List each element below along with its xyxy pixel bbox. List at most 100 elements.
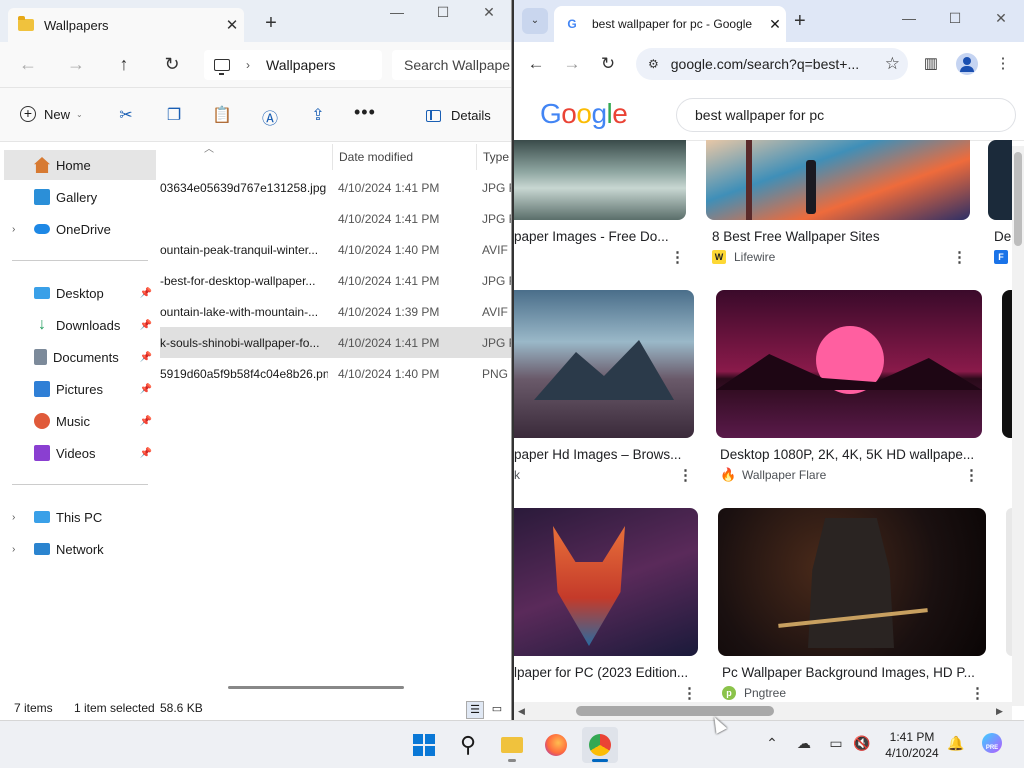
close-window-button[interactable]: ✕: [474, 4, 504, 21]
more-options-icon[interactable]: ⋮: [670, 248, 685, 266]
result-source[interactable]: 🔥 Wallpaper Flare: [720, 468, 826, 483]
vertical-scrollbar[interactable]: [1012, 146, 1024, 706]
chrome-tab[interactable]: G best wallpaper for pc - Google ✕: [554, 6, 786, 42]
clock[interactable]: 1:41 PM 4/10/2024: [876, 729, 948, 761]
result-source[interactable]: k: [514, 468, 520, 482]
minimize-button[interactable]: —: [382, 4, 412, 20]
file-row-selected[interactable]: k-souls-shinobi-wallpaper-fo... 4/10/202…: [160, 327, 511, 358]
result-source[interactable]: p Pngtree: [722, 686, 786, 700]
tab-search-button[interactable]: ⌄: [522, 8, 548, 34]
scroll-left-icon[interactable]: ◀: [518, 706, 525, 717]
close-tab-icon[interactable]: ✕: [220, 16, 244, 34]
back-button[interactable]: ←: [524, 54, 548, 74]
nav-item-desktop[interactable]: Desktop 📌: [4, 278, 156, 308]
file-row[interactable]: ountain-peak-tranquil-winter... 4/10/202…: [160, 234, 511, 265]
file-row[interactable]: 4/10/2024 1:41 PM JPG F: [160, 203, 511, 234]
more-options-icon[interactable]: ⋮: [952, 248, 967, 266]
file-row[interactable]: 5919d60a5f9b58f4c04e8b26.png 4/10/2024 1…: [160, 358, 511, 389]
result-image[interactable]: [514, 508, 698, 656]
result-title[interactable]: De: [994, 229, 1012, 244]
site-info-icon[interactable]: ⚙: [648, 57, 659, 71]
bookmark-star-icon[interactable]: ☆: [885, 54, 900, 74]
forward-button[interactable]: →: [64, 54, 88, 75]
nav-item-music[interactable]: Music 📌: [4, 406, 156, 436]
new-tab-button[interactable]: +: [794, 10, 806, 33]
more-options-icon[interactable]: ⋮: [970, 684, 985, 702]
result-image[interactable]: [514, 290, 694, 438]
file-row[interactable]: -best-for-desktop-wallpaper... 4/10/2024…: [160, 265, 511, 296]
column-header-date[interactable]: Date modified: [339, 142, 413, 172]
chevron-up-icon[interactable]: ⌃: [762, 735, 782, 752]
volume-muted-icon[interactable]: 🔇: [852, 735, 872, 752]
nav-item-videos[interactable]: Videos 📌: [4, 438, 156, 468]
more-options-icon[interactable]: •••: [354, 102, 376, 123]
side-panel-icon[interactable]: ▥: [920, 54, 942, 72]
scroll-right-icon[interactable]: ▶: [996, 706, 1003, 717]
horizontal-scrollbar[interactable]: [228, 686, 404, 689]
google-search-input[interactable]: best wallpaper for pc: [676, 98, 1016, 132]
minimize-button[interactable]: —: [894, 10, 924, 26]
horizontal-scrollbar[interactable]: ◀ ▶: [514, 702, 1012, 720]
rename-icon[interactable]: Ⓐ: [260, 105, 280, 129]
cut-icon[interactable]: ✂: [116, 105, 136, 125]
nav-item-network[interactable]: › Network: [4, 534, 156, 564]
horizontal-scroll-thumb[interactable]: [576, 706, 774, 716]
taskbar-search-button[interactable]: ⚲: [450, 727, 486, 763]
maximize-button[interactable]: ☐: [428, 4, 458, 21]
column-divider[interactable]: [332, 144, 333, 170]
maximize-button[interactable]: ☐: [940, 10, 970, 27]
taskbar-file-explorer[interactable]: [494, 727, 530, 763]
column-divider[interactable]: [476, 144, 477, 170]
tiles-view-icon[interactable]: ▭: [488, 701, 506, 719]
result-title[interactable]: Pc Wallpaper Background Images, HD P...: [722, 665, 986, 680]
result-image[interactable]: [718, 508, 986, 656]
onedrive-tray-icon[interactable]: ☁: [794, 735, 814, 752]
back-button[interactable]: ←: [16, 54, 40, 75]
result-image[interactable]: [988, 140, 1012, 220]
close-window-button[interactable]: ✕: [986, 10, 1016, 27]
chevron-right-icon[interactable]: ›: [12, 544, 15, 555]
display-icon[interactable]: ▭: [826, 735, 846, 752]
chevron-right-icon[interactable]: ›: [12, 224, 15, 235]
forward-button[interactable]: →: [560, 54, 584, 74]
vertical-scroll-thumb[interactable]: [1014, 152, 1022, 246]
chevron-right-icon[interactable]: ›: [246, 58, 250, 72]
nav-item-home[interactable]: Home: [4, 150, 156, 180]
refresh-button[interactable]: ↻: [160, 54, 184, 75]
new-button[interactable]: + New ⌄: [20, 106, 83, 122]
profile-avatar-icon[interactable]: [956, 53, 978, 75]
start-button[interactable]: [406, 727, 442, 763]
result-image[interactable]: [1002, 290, 1012, 438]
file-row[interactable]: 03634e05639d767e131258.jpg 4/10/2024 1:4…: [160, 172, 511, 203]
search-input[interactable]: Search Wallpapers: [392, 50, 511, 80]
copilot-icon[interactable]: PRE: [982, 733, 1002, 753]
taskbar-chrome[interactable]: [582, 727, 618, 763]
more-options-icon[interactable]: ⋮: [964, 466, 979, 484]
column-header-type[interactable]: Type: [483, 142, 509, 172]
details-view-icon[interactable]: ☰: [466, 701, 484, 719]
menu-kebab-icon[interactable]: ⋮: [992, 54, 1014, 72]
nav-item-this-pc[interactable]: › This PC: [4, 502, 156, 532]
more-options-icon[interactable]: ⋮: [678, 466, 693, 484]
result-title[interactable]: paper Hd Images – Brows...: [514, 447, 694, 462]
details-button[interactable]: Details: [426, 108, 491, 123]
result-title[interactable]: Desktop 1080P, 2K, 4K, 5K HD wallpape...: [720, 447, 982, 462]
nav-item-gallery[interactable]: Gallery: [4, 182, 156, 212]
address-box[interactable]: › Wallpapers: [204, 50, 382, 80]
nav-item-pictures[interactable]: Pictures 📌: [4, 374, 156, 404]
nav-item-onedrive[interactable]: › OneDrive: [4, 214, 156, 244]
result-source[interactable]: W Lifewire: [712, 250, 775, 264]
result-image[interactable]: [706, 140, 970, 220]
paste-icon[interactable]: 📋: [212, 105, 232, 125]
nav-item-documents[interactable]: Documents 📌: [4, 342, 156, 372]
taskbar-firefox[interactable]: [538, 727, 574, 763]
copy-icon[interactable]: ❐: [164, 105, 184, 125]
address-bar[interactable]: ⚙ google.com/search?q=best+... ☆: [636, 48, 908, 80]
result-title[interactable]: 8 Best Free Wallpaper Sites: [712, 229, 972, 244]
share-icon[interactable]: ⇪: [308, 105, 328, 125]
result-image[interactable]: [514, 140, 686, 220]
file-row[interactable]: ountain-lake-with-mountain-... 4/10/2024…: [160, 296, 511, 327]
up-button[interactable]: ↑: [112, 54, 136, 75]
nav-item-downloads[interactable]: ↓ Downloads 📌: [4, 310, 156, 340]
reload-button[interactable]: ↻: [596, 54, 620, 74]
